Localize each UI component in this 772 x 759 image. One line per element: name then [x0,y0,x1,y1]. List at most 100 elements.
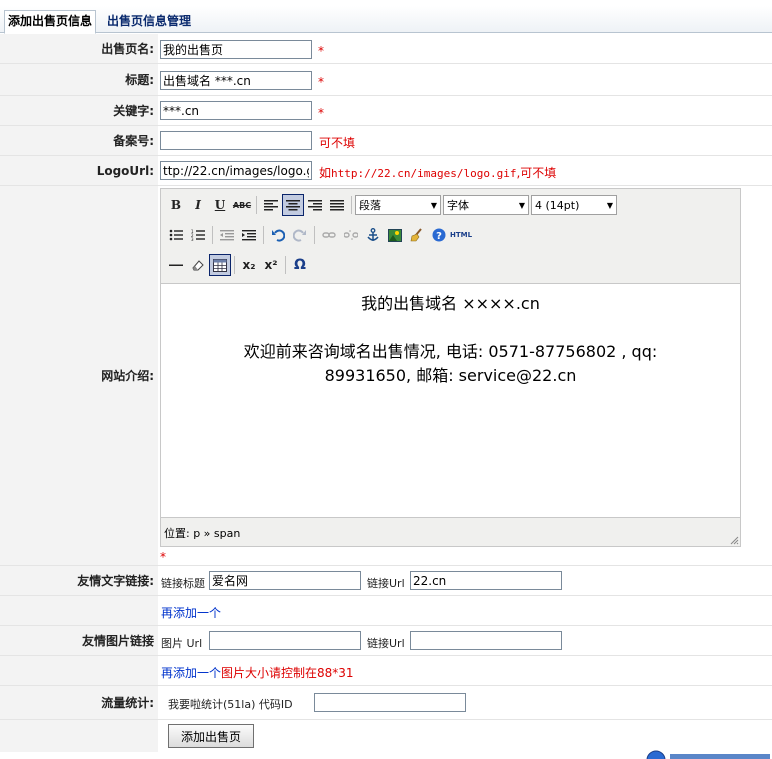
logo-url-field: 如http://22.cn/images/logo.gif,可不填 [160,156,772,185]
logo-url-input[interactable] [160,161,312,180]
anchor-button[interactable] [362,224,384,246]
add-text-link-field: 再添加一个 [160,596,772,625]
align-center-button[interactable] [282,194,304,216]
html-source-button[interactable]: HTML [450,224,472,246]
link-url-input[interactable] [410,571,562,590]
numbered-list-button[interactable]: 123 [187,224,209,246]
align-justify-button[interactable] [326,194,348,216]
resize-handle-icon[interactable] [729,535,739,545]
bold-button[interactable]: B [165,194,187,216]
keywords-label: 关键字: [0,96,158,125]
stats-code-input[interactable] [314,693,466,712]
undo-icon [272,229,285,242]
toolbar-separator [314,226,315,244]
add-sale-page-button[interactable]: 添加出售页 [168,724,255,748]
help-button[interactable]: ? [428,224,450,246]
undo-button[interactable] [267,224,289,246]
add-image-link-button[interactable]: 再添加一个 [161,664,221,681]
align-right-button[interactable] [304,194,326,216]
page-name-field: * [160,34,772,63]
page-name-label: 出售页名: [0,34,158,63]
anchor-icon [367,228,379,241]
outdent-button[interactable] [216,224,238,246]
bullet-list-button[interactable] [165,224,187,246]
page-name-input[interactable] [160,40,312,59]
link-button[interactable] [318,224,340,246]
superscript-button[interactable]: x² [260,254,282,276]
stats-code-label: 我要啦统计(51la) 代码ID [168,698,293,711]
logo-url-hint-suffix: ,可不填 [516,166,557,180]
friend-image-link-field: 图片 Url 链接Url [160,626,772,655]
row-add-image-link: 再添加一个 图片大小请控制在88*31 [0,656,772,686]
horizontal-rule-button[interactable] [165,254,187,276]
subscript-button[interactable]: x₂ [238,254,260,276]
underline-button[interactable]: U [209,194,231,216]
editor-toolbar-row-3: x₂ x² Ω [165,252,311,278]
size-select[interactable]: 4 (14pt) ▼ [531,195,617,215]
redo-icon [293,229,306,242]
logo-url-hint-prefix: 如 [319,166,332,180]
image-icon [388,228,402,242]
link-title-label: 链接标题 [161,577,205,590]
required-star: * [318,75,324,89]
align-right-icon [308,200,322,211]
align-left-button[interactable] [260,194,282,216]
row-intro: 网站介绍: B I U ABC 段落 ▼ 字体 ▼ 4 (14pt) ▼ 1 2… [0,186,772,566]
bullet-list-icon [169,229,183,241]
numbered-list-icon: 123 [191,229,205,241]
image-link-url-input[interactable] [410,631,562,650]
empty-label [0,596,158,625]
special-char-button[interactable]: Ω [289,254,311,276]
intro-content-line-3: 89931650, 邮箱: service@22.cn [324,366,577,385]
icp-input[interactable] [160,131,312,150]
chevron-down-icon: ▼ [430,200,437,210]
image-size-hint: 图片大小请控制在88*31 [221,666,354,680]
logo-url-hint: 如http://22.cn/images/logo.gif,可不填 [319,164,556,181]
broom-icon [410,228,422,242]
align-center-icon [286,200,300,211]
title-input[interactable] [160,71,312,90]
image-button[interactable] [384,224,406,246]
intro-content-line-1: 我的出售域名 ××××.cn [361,294,540,313]
add-text-link-button[interactable]: 再添加一个 [161,604,221,621]
cleanup-button[interactable] [406,224,428,246]
italic-button[interactable]: I [187,194,209,216]
remove-format-button[interactable] [187,254,209,276]
redo-button[interactable] [289,224,311,246]
toolbar-separator [256,196,257,214]
eraser-icon [192,260,204,271]
toolbar-separator [263,226,264,244]
traffic-stats-field: 我要啦统计(51la) 代码ID [160,686,772,719]
row-friend-image-link: 友情图片链接 图片 Url 链接Url [0,626,772,656]
format-select[interactable]: 段落 ▼ [355,195,441,215]
format-select-value: 段落 [359,199,381,212]
unlink-button[interactable] [340,224,362,246]
link-title-input[interactable] [209,571,361,590]
friend-text-link-field: 链接标题 链接Url [160,566,772,595]
submit-field: 添加出售页 [160,720,772,752]
image-url-input[interactable] [209,631,361,650]
table-button[interactable] [209,254,231,276]
icp-label: 备案号: [0,126,158,155]
font-select-value: 字体 [447,199,469,212]
size-select-value: 4 (14pt) [535,198,580,212]
keywords-input[interactable] [160,101,312,120]
html-source-label: HTML [449,231,473,239]
font-select[interactable]: 字体 ▼ [443,195,529,215]
logo-url-hint-example: http://22.cn/images/logo.gif [331,167,517,180]
indent-button[interactable] [238,224,260,246]
empty-label [0,656,158,685]
svg-text:?: ? [436,231,442,242]
table-icon [213,258,227,272]
tab-add-sale-page[interactable]: 添加出售页信息 [4,10,97,34]
bold-glyph: B [170,198,182,212]
editor-toolbar-row-1: B I U ABC 段落 ▼ 字体 ▼ 4 (14pt) ▼ [165,192,619,218]
underline-glyph: U [214,198,226,212]
strikethrough-button[interactable]: ABC [231,194,253,216]
tab-manage-sale-pages[interactable]: 出售页信息管理 [104,11,194,33]
title-label: 标题: [0,64,158,95]
keywords-field: * [160,96,772,125]
editor-content-area[interactable]: 我的出售域名 ××××.cn 欢迎前来咨询域名出售情况, 电话: 0571-87… [161,283,740,518]
intro-label: 网站介绍: [0,186,158,565]
partial-globe-icon [646,750,666,759]
